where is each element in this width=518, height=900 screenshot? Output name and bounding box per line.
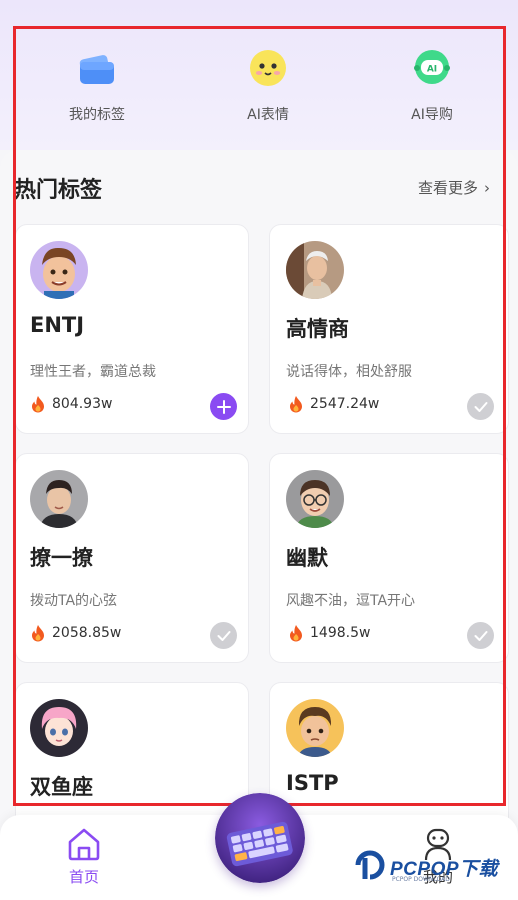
avatar — [30, 241, 88, 299]
added-tag-button[interactable] — [467, 622, 494, 649]
heat-count: 804.93w — [30, 395, 112, 413]
watermark-sub: PCPOP DOWNLOAD — [392, 876, 450, 883]
tag-name: 幽默 — [286, 546, 328, 570]
added-tag-button[interactable] — [467, 393, 494, 420]
section-title: 热门标签 — [14, 178, 103, 203]
tag-card[interactable]: ENTJ 理性王者，霸道总裁 804.93w — [15, 224, 249, 434]
tag-card[interactable]: 高情商 说话得体，相处舒服 2547.24w — [269, 224, 509, 434]
shortcut-ai-emoji[interactable]: AI表情 — [213, 48, 323, 124]
tag-card[interactable]: 撩一撩 拨动TA的心弦 2058.85w — [15, 453, 249, 663]
avatar — [286, 699, 344, 757]
wallet-icon — [79, 55, 114, 84]
shortcut-my-tags[interactable]: 我的标签 — [42, 48, 152, 124]
tag-name: 高情商 — [286, 317, 349, 341]
view-more-link[interactable]: 查看更多 › — [418, 177, 490, 198]
fire-icon — [290, 625, 302, 642]
heat-value: 2058.85w — [52, 625, 122, 641]
check-icon — [474, 630, 487, 641]
tag-desc: 拨动TA的心弦 — [30, 593, 118, 609]
heat-count: 2547.24w — [288, 395, 379, 413]
heat-value: 1498.5w — [310, 625, 371, 641]
tag-desc: 理性王者，霸道总裁 — [30, 364, 156, 380]
check-icon — [217, 630, 230, 641]
view-more-label: 查看更多 — [418, 179, 479, 197]
tag-desc: 说话得体，相处舒服 — [286, 364, 412, 380]
check-icon — [474, 401, 487, 412]
emoji-face-icon — [250, 50, 286, 86]
heat-value: 804.93w — [52, 396, 113, 412]
fire-icon — [290, 396, 302, 413]
chevron-right-icon: › — [484, 179, 491, 197]
tag-card[interactable]: 幽默 风趣不油，逗TA开心 1498.5w — [269, 453, 509, 663]
watermark: PCPOP下载 PCPOP DOWNLOAD — [352, 846, 512, 886]
watermark-logo-icon — [353, 848, 387, 882]
added-tag-button[interactable] — [210, 622, 237, 649]
heat-count: 2058.85w — [30, 624, 121, 642]
shortcut-label: AI表情 — [247, 107, 289, 123]
tag-name: 双鱼座 — [30, 775, 93, 799]
plus-icon — [216, 399, 231, 414]
keyboard-button[interactable] — [215, 793, 305, 883]
fire-icon — [32, 625, 44, 642]
avatar — [286, 241, 344, 299]
shortcut-bar: 我的标签 AI表情 AI AI导购 — [0, 0, 518, 155]
home-icon — [68, 828, 100, 861]
avatar — [30, 699, 88, 757]
svg-text:AI: AI — [427, 65, 437, 75]
avatar — [30, 470, 88, 528]
add-tag-button[interactable] — [210, 393, 237, 420]
shortcut-label: AI导购 — [411, 107, 453, 123]
tab-home-label: 首页 — [68, 868, 99, 886]
tag-name: 撩一撩 — [30, 546, 93, 570]
tag-desc: 风趣不油，逗TA开心 — [286, 593, 416, 609]
ai-robot-icon: AI — [414, 50, 450, 84]
shortcut-label: 我的标签 — [69, 107, 125, 123]
keyboard-icon — [215, 793, 305, 883]
tab-home[interactable]: 首页 — [58, 826, 110, 887]
avatar — [286, 470, 344, 528]
tag-name: ISTP — [286, 771, 339, 795]
fire-icon — [32, 396, 44, 413]
heat-count: 1498.5w — [288, 624, 370, 642]
heat-value: 2547.24w — [310, 396, 380, 412]
tag-name: ENTJ — [30, 313, 85, 337]
shortcut-ai-guide[interactable]: AI AI导购 — [377, 48, 487, 124]
